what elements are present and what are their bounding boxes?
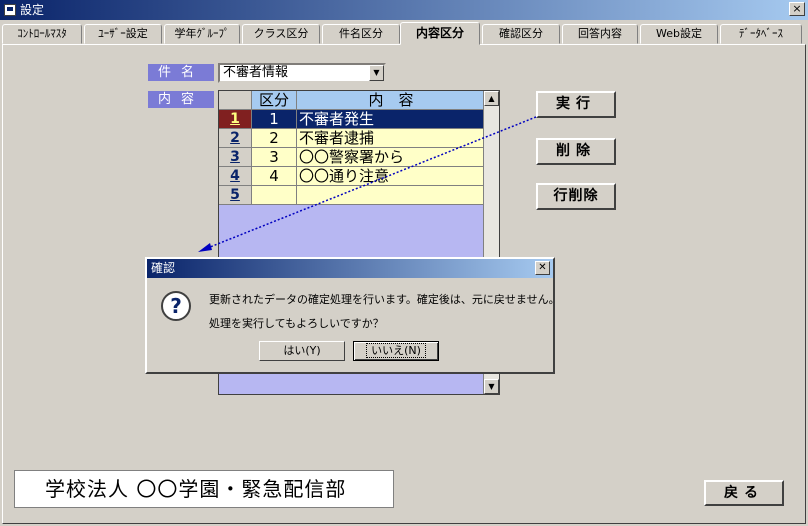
confirm-dialog: 確認 ✕ ? 更新されたデータの確定処理を行います。確定後は、元に戻せません。 …: [145, 257, 560, 374]
close-icon[interactable]: ×: [789, 2, 805, 16]
yes-button[interactable]: はい(Y): [259, 341, 345, 361]
row-text[interactable]: 不審者発生: [297, 110, 484, 129]
table-row[interactable]: 3 3 〇〇警察署から: [219, 148, 484, 167]
header-kubun: 区分: [252, 91, 297, 110]
tab-database[interactable]: ﾃﾞｰﾀﾍﾞｰｽ: [720, 24, 802, 44]
row-text[interactable]: 〇〇通り注意: [297, 167, 484, 186]
row-number[interactable]: 2: [219, 129, 252, 148]
table-row[interactable]: 1 1 不審者発生: [219, 110, 484, 129]
organization-name: 学校法人 〇〇学園・緊急配信部: [14, 470, 394, 508]
dialog-message-line1: 更新されたデータの確定処理を行います。確定後は、元に戻せません。: [209, 293, 560, 306]
tab-control-master[interactable]: ｺﾝﾄﾛｰﾙﾏｽﾀ: [2, 24, 82, 44]
settings-window: 設定 × ｺﾝﾄﾛｰﾙﾏｽﾀ ﾕｰｻﾞｰ設定 学年ｸﾞﾙｰﾌﾟ クラス区分 件名…: [0, 0, 808, 526]
row-number[interactable]: 4: [219, 167, 252, 186]
row-text[interactable]: 不審者逮捕: [297, 129, 484, 148]
row-kubun[interactable]: 4: [252, 167, 297, 186]
tab-reply-content[interactable]: 回答内容: [562, 24, 638, 44]
row-kubun[interactable]: 3: [252, 148, 297, 167]
tab-grade-group[interactable]: 学年ｸﾞﾙｰﾌﾟ: [164, 24, 240, 44]
subject-select[interactable]: 不審者情報 ▼: [218, 63, 386, 83]
content-label: 内容: [148, 91, 214, 108]
tab-confirm-category[interactable]: 確認区分: [482, 24, 560, 44]
row-number[interactable]: 1: [219, 110, 252, 129]
scroll-up-icon[interactable]: ▲: [484, 91, 499, 106]
title-bar: 設定 ×: [0, 0, 808, 20]
row-kubun[interactable]: 2: [252, 129, 297, 148]
tab-class-category[interactable]: クラス区分: [242, 24, 320, 44]
no-button[interactable]: いいえ(N): [353, 341, 439, 361]
window-title: 設定: [20, 3, 45, 17]
tab-subject-category[interactable]: 件名区分: [322, 24, 400, 44]
tab-web-settings[interactable]: Web設定: [640, 24, 718, 44]
table-row[interactable]: 4 4 〇〇通り注意: [219, 167, 484, 186]
subject-label: 件名: [148, 64, 214, 81]
table-row[interactable]: 2 2 不審者逮捕: [219, 129, 484, 148]
table-row[interactable]: 5: [219, 186, 484, 205]
execute-button[interactable]: 実行: [536, 91, 616, 118]
dialog-title-bar: 確認 ✕: [147, 259, 553, 278]
grid-header: 区分 内 容: [219, 91, 484, 110]
back-button[interactable]: 戻る: [704, 480, 784, 506]
row-number[interactable]: 5: [219, 186, 252, 205]
row-number[interactable]: 3: [219, 148, 252, 167]
scroll-down-icon[interactable]: ▼: [484, 379, 499, 394]
tab-content-category[interactable]: 内容区分: [400, 22, 480, 45]
delete-row-button[interactable]: 行削除: [536, 183, 616, 210]
question-icon: ?: [161, 291, 191, 321]
tab-user-settings[interactable]: ﾕｰｻﾞｰ設定: [84, 24, 162, 44]
delete-button[interactable]: 削除: [536, 138, 616, 165]
dialog-title: 確認: [151, 261, 176, 275]
app-icon: [4, 4, 16, 16]
row-text[interactable]: [297, 186, 484, 205]
no-button-label: いいえ(N): [366, 343, 426, 358]
subject-select-value: 不審者情報: [223, 65, 289, 80]
row-text[interactable]: 〇〇警察署から: [297, 148, 484, 167]
header-corner: [219, 91, 252, 110]
row-kubun[interactable]: 1: [252, 110, 297, 129]
tab-strip: ｺﾝﾄﾛｰﾙﾏｽﾀ ﾕｰｻﾞｰ設定 学年ｸﾞﾙｰﾌﾟ クラス区分 件名区分 内容…: [2, 22, 806, 45]
header-naiyou: 内 容: [297, 91, 484, 110]
row-kubun[interactable]: [252, 186, 297, 205]
dialog-message-line2: 処理を実行してもよろしいですか？: [209, 317, 384, 330]
chevron-down-icon[interactable]: ▼: [369, 65, 384, 81]
close-icon[interactable]: ✕: [535, 261, 550, 275]
